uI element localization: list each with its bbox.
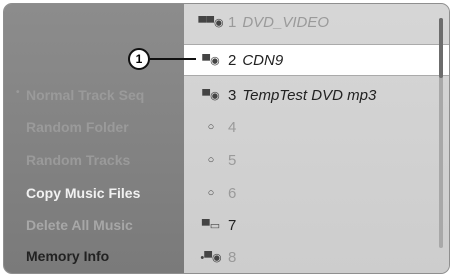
dvd-icon: ▀▀◉ <box>198 16 224 29</box>
empty-slot-icon: ○ <box>207 154 215 166</box>
track-row-5[interactable]: ○ 5 <box>184 145 449 175</box>
callout-leader-line <box>150 58 196 60</box>
media-screen: • Normal Track Seq Random Folder Random … <box>3 3 450 274</box>
menu-item-delete-all-music[interactable]: Delete All Music <box>26 217 133 233</box>
track-row-3[interactable]: ▀◉ 3 TempTest DVD mp3 <box>184 80 449 110</box>
disc-icon: ▀◉ <box>202 89 220 102</box>
track-row-8[interactable]: •▀◉ 8 <box>184 242 449 272</box>
scrollbar[interactable] <box>439 18 443 248</box>
empty-slot-icon: ○ <box>207 121 215 133</box>
menu-item-copy-music-files[interactable]: Copy Music Files <box>26 185 140 201</box>
disc-icon: •▀◉ <box>200 251 222 264</box>
menu-item-random-folder[interactable]: Random Folder <box>26 119 129 135</box>
menu-item-normal-track-seq[interactable]: • Normal Track Seq <box>16 87 144 103</box>
disc-icon: ▀◉ <box>202 54 220 67</box>
track-list: ▀▀◉ 1 DVD_VIDEO ▀◉ 2 CDN9 ▀◉ 3 TempTest … <box>184 4 449 273</box>
selected-bullet: • <box>16 87 20 98</box>
menu-item-random-tracks[interactable]: Random Tracks <box>26 152 130 168</box>
menu-item-memory-info[interactable]: Memory Info <box>26 248 109 264</box>
track-row-6[interactable]: ○ 6 <box>184 178 449 208</box>
track-row-4[interactable]: ○ 4 <box>184 112 449 142</box>
empty-slot-icon: ○ <box>207 187 215 199</box>
scrollbar-thumb[interactable] <box>439 18 443 78</box>
left-menu: • Normal Track Seq Random Folder Random … <box>4 4 184 273</box>
track-row-1[interactable]: ▀▀◉ 1 DVD_VIDEO <box>184 7 449 37</box>
track-row-2[interactable]: ▀◉ 2 CDN9 <box>184 44 449 76</box>
callout-marker: 1 <box>128 48 150 70</box>
track-row-7[interactable]: ▀▭ 7 <box>184 210 449 240</box>
folder-icon: ▀▭ <box>201 219 221 232</box>
